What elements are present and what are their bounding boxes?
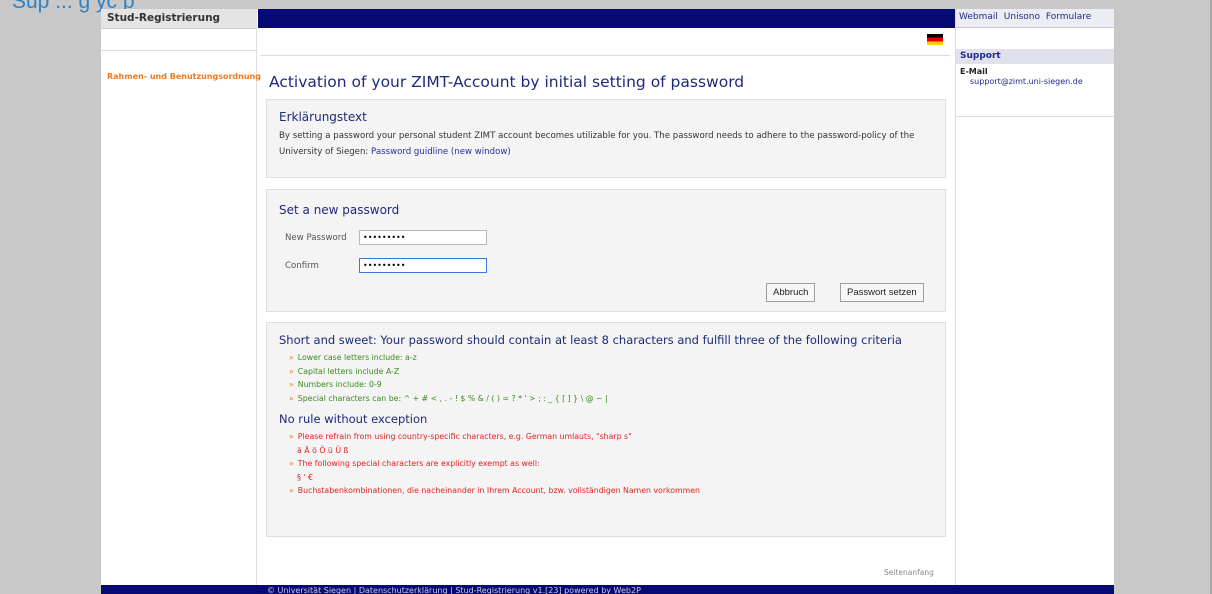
list-item: » Capital letters include A-Z	[289, 366, 400, 376]
page-container: Stud-Registrierung Rahmen- und Benutzung…	[101, 9, 1114, 594]
page-title: Activation of your ZIMT-Account by initi…	[269, 73, 745, 91]
site-brand: Stud-Registrierung	[101, 9, 256, 29]
list-item: § ' €	[297, 472, 313, 482]
unisono-link[interactable]: Unisono	[1004, 12, 1040, 22]
intro-box: Erklärungstext By setting a password you…	[266, 99, 946, 178]
divider	[260, 55, 950, 56]
email-label: E-Mail	[960, 67, 988, 76]
list-item: » Please refrain from using country-speci…	[289, 432, 632, 441]
confirm-password-label: Confirm	[285, 261, 319, 271]
left-divider	[101, 33, 256, 51]
exception-heading: No rule without exception	[279, 412, 428, 426]
confirm-password-input[interactable]	[359, 258, 487, 273]
german-flag-icon[interactable]	[927, 34, 943, 45]
terms-link[interactable]: Rahmen- und Benutzungsordnung	[101, 72, 261, 81]
intro-heading: Erklärungstext	[279, 110, 367, 124]
rules-heading: Short and sweet: Your password should co…	[279, 333, 902, 347]
password-rules-box: Short and sweet: Your password should co…	[266, 322, 946, 537]
password-guideline-link[interactable]: Password guidline (new window)	[371, 147, 511, 157]
right-sidebar: Webmail Unisono Formulare Support E-Mail…	[955, 9, 1114, 585]
list-item: » The following special characters are ex…	[289, 459, 540, 468]
quick-links: Webmail Unisono Formulare	[956, 9, 1114, 28]
new-password-input[interactable]	[359, 230, 487, 245]
criteria-list: » Lower case letters include: a-z » Capita…	[289, 351, 945, 405]
set-password-button[interactable]: Passwort setzen	[840, 283, 924, 302]
back-to-top-link[interactable]: Seitenanfang	[884, 568, 934, 577]
list-item: ä Ä ö Ö ü Ü ß	[297, 445, 349, 455]
webmail-link[interactable]: Webmail	[959, 12, 998, 22]
confirm-password-row: Confirm	[285, 258, 487, 273]
new-password-row: New Password	[285, 230, 487, 245]
support-email-link[interactable]: support@zimt.uni-siegen.de	[956, 76, 1114, 86]
password-form: Set a new password New Password Confirm …	[266, 189, 946, 312]
list-item: » Numbers include: 0-9	[289, 380, 382, 389]
form-heading: Set a new password	[279, 203, 400, 217]
list-item: » Buchstabenkombinationen, die nacheinand…	[289, 486, 700, 495]
new-password-label: New Password	[285, 233, 347, 243]
main-content: Activation of your ZIMT-Account by initi…	[258, 28, 955, 585]
list-item: » Lower case letters include: a-z	[289, 353, 417, 362]
intro-text: By setting a password your personal stud…	[279, 131, 915, 157]
footer: © Universität Siegen | Datenschutzerklär…	[101, 585, 1114, 594]
support-heading: Support	[956, 49, 1114, 64]
left-sidebar: Stud-Registrierung Rahmen- und Benutzung…	[101, 9, 261, 585]
support-box: Support E-Mail support@zimt.uni-siegen.d…	[956, 49, 1114, 117]
formulare-link[interactable]: Formulare	[1046, 12, 1091, 22]
cancel-button[interactable]: Abbruch	[766, 283, 816, 302]
exception-list: » Please refrain from using country-speci…	[289, 430, 945, 498]
top-banner	[258, 9, 955, 28]
footer-text: © Universität Siegen | Datenschutzerklär…	[267, 586, 641, 594]
list-item: » Special characters can be: ^ + # < , . …	[289, 393, 608, 403]
